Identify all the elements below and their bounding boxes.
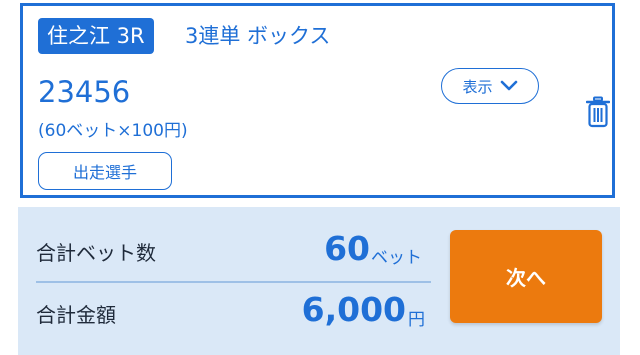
total-amount-value: 6,000 — [301, 290, 406, 329]
bet-ticket-card: 住之江 3R 3連単 ボックス 23456 (60ベット×100円) 出走選手 … — [20, 3, 615, 198]
bet-type-label: 3連単 ボックス — [185, 24, 331, 48]
next-button[interactable]: 次へ — [450, 230, 602, 323]
venue-race-badge: 住之江 3R — [38, 18, 154, 54]
display-button-label: 表示 — [462, 77, 493, 96]
combination-number: 23456 — [38, 75, 131, 109]
total-bets-unit: ベット — [371, 248, 422, 268]
chevron-down-icon — [500, 80, 517, 91]
bet-info-text: (60ベット×100円) — [38, 121, 188, 141]
next-button-label: 次へ — [506, 266, 546, 290]
players-button[interactable]: 出走選手 — [38, 152, 172, 190]
total-bets-label: 合計ベット数 — [36, 241, 156, 265]
players-button-label: 出走選手 — [72, 163, 137, 182]
trash-icon[interactable] — [586, 96, 610, 128]
display-toggle-button[interactable]: 表示 — [441, 68, 539, 104]
total-amount-unit: 円 — [408, 310, 425, 330]
total-bets-value: 60 — [324, 229, 370, 268]
bet-summary-panel: 合計ベット数 60 ベット 合計金額 6,000 円 次へ — [18, 207, 620, 355]
total-amount-label: 合計金額 — [36, 303, 116, 327]
summary-divider — [36, 281, 431, 283]
